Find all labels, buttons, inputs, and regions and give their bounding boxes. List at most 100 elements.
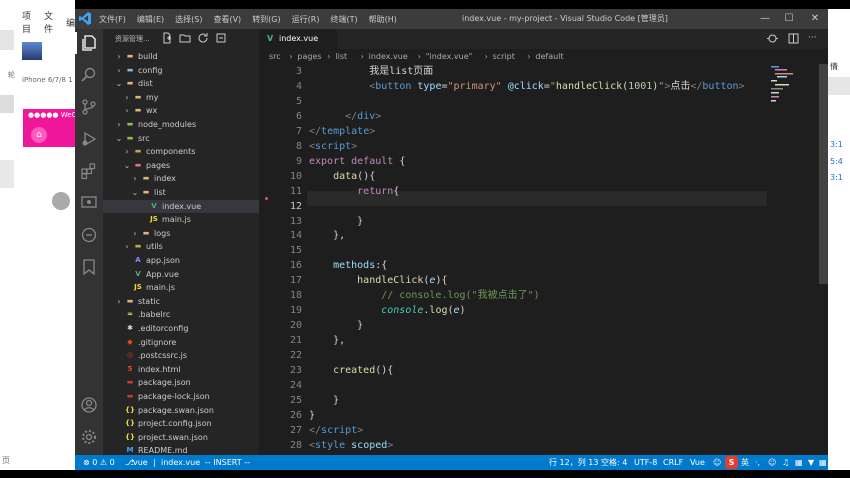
chevron-right-icon[interactable]: › bbox=[123, 104, 131, 118]
vertical-scrollbar[interactable] bbox=[819, 64, 828, 284]
tree-item[interactable]: › ▬ logs bbox=[103, 227, 259, 241]
tree-item[interactable]: {} package.swan.json bbox=[103, 404, 259, 418]
tree-item[interactable]: ⌄ ▬ dist bbox=[103, 77, 259, 91]
run-debug-icon[interactable] bbox=[80, 130, 98, 148]
device-selector[interactable]: iPhone 6/7/8 1 bbox=[22, 76, 73, 84]
gear-icon[interactable] bbox=[80, 428, 98, 446]
tree-item[interactable]: ⌄ ▬ src bbox=[103, 132, 259, 146]
chevron-down-icon[interactable]: ⌄ bbox=[123, 159, 131, 173]
encoding[interactable]: UTF-8 bbox=[634, 455, 657, 470]
tree-item[interactable]: › ▬ components bbox=[103, 145, 259, 159]
chevron-right-icon[interactable]: › bbox=[131, 172, 139, 186]
breadcrumb-item[interactable]: default bbox=[535, 49, 563, 64]
tree-item[interactable]: › ▬ wx bbox=[103, 104, 259, 118]
menu-file[interactable]: 文件 bbox=[44, 9, 60, 35]
status-file[interactable]: index.vue bbox=[161, 455, 200, 470]
tree-item[interactable]: JS main.js bbox=[103, 281, 259, 295]
ime-language[interactable]: 英 bbox=[741, 455, 749, 470]
line-ending[interactable]: CRLF bbox=[663, 455, 683, 470]
chevron-down-icon[interactable]: ⌄ bbox=[131, 186, 139, 200]
tree-item[interactable]: › ▬ static bbox=[103, 295, 259, 309]
feedback-icon[interactable]: ☺ bbox=[713, 455, 721, 470]
ime-punctuation-icon[interactable]: ·, bbox=[755, 455, 760, 470]
right-app-link[interactable]: 3:1 bbox=[830, 140, 843, 149]
tree-item[interactable]: › ▬ config bbox=[103, 64, 259, 78]
menu-edit[interactable]: 编辑(E) bbox=[137, 14, 164, 25]
menu-go[interactable]: 转到(G) bbox=[252, 14, 280, 25]
home-icon[interactable]: ⌂ bbox=[31, 127, 47, 143]
chevron-right-icon[interactable]: › bbox=[123, 240, 131, 254]
tree-item[interactable]: › ▬ build bbox=[103, 50, 259, 64]
source-control-icon[interactable] bbox=[80, 98, 98, 116]
open-changes-icon[interactable] bbox=[767, 33, 778, 44]
breadcrumb-item[interactable]: src bbox=[269, 49, 281, 64]
menu-project[interactable]: 项目 bbox=[22, 9, 38, 35]
grid-icon[interactable]: ▦ bbox=[819, 455, 827, 470]
new-file-icon[interactable] bbox=[161, 32, 173, 44]
menu-view[interactable]: 查看(V) bbox=[213, 14, 241, 25]
new-folder-icon[interactable] bbox=[179, 32, 191, 44]
tree-item[interactable]: ▬ package.json bbox=[103, 376, 259, 390]
breadcrumb-item[interactable]: "index.vue" bbox=[426, 49, 473, 64]
maximize-button[interactable]: ☐ bbox=[776, 9, 802, 29]
breadcrumb-item[interactable]: list bbox=[335, 49, 347, 64]
tree-item[interactable]: {} project.config.json bbox=[103, 417, 259, 431]
chevron-right-icon[interactable]: › bbox=[123, 145, 131, 159]
tree-item[interactable]: ⌄ ▬ list bbox=[103, 186, 259, 200]
git-graph-icon[interactable] bbox=[80, 226, 98, 244]
right-app-link[interactable]: 3:1 bbox=[830, 173, 843, 182]
tree-item[interactable]: ⌄ ▬ pages bbox=[103, 159, 259, 173]
tree-item[interactable]: 5 index.html bbox=[103, 363, 259, 377]
mic-icon[interactable]: ♫ bbox=[782, 455, 789, 470]
chevron-down-icon[interactable]: ⌄ bbox=[115, 132, 123, 146]
split-editor-icon[interactable] bbox=[788, 33, 799, 44]
cursor-position[interactable]: 行 12，列 13 bbox=[549, 455, 598, 470]
search-icon[interactable] bbox=[80, 66, 98, 84]
menu-help[interactable]: 帮助(H) bbox=[369, 14, 397, 25]
problems-indicator[interactable]: ⊗ 0 ⚠ 0 bbox=[83, 455, 115, 470]
chevron-right-icon[interactable]: › bbox=[115, 50, 123, 64]
menu-run[interactable]: 运行(R) bbox=[292, 14, 320, 25]
chevron-right-icon[interactable]: › bbox=[123, 91, 131, 105]
refresh-icon[interactable] bbox=[197, 32, 209, 44]
chevron-right-icon[interactable]: › bbox=[115, 118, 123, 132]
extensions-icon[interactable] bbox=[80, 162, 98, 180]
tree-item[interactable]: › ▬ index bbox=[103, 172, 259, 186]
tree-item[interactable]: Aapp.json bbox=[103, 254, 259, 268]
tab-index-vue[interactable]: V index.vue bbox=[259, 29, 337, 49]
menu-selection[interactable]: 选择(S) bbox=[175, 14, 202, 25]
explorer-icon[interactable] bbox=[80, 34, 98, 52]
menu-file[interactable]: 文件(F) bbox=[99, 14, 126, 25]
tree-item[interactable]: Vindex.vue bbox=[103, 199, 259, 214]
ime-logo-icon[interactable]: S bbox=[725, 456, 738, 469]
breadcrumb-item[interactable]: index.vue bbox=[369, 49, 408, 64]
tree-item[interactable]: ▬ package-lock.json bbox=[103, 390, 259, 404]
tree-item[interactable]: ◎ .postcssrc.js bbox=[103, 349, 259, 363]
menu-edit[interactable]: 编 bbox=[66, 16, 75, 29]
branch-name[interactable]: vue bbox=[133, 455, 148, 470]
close-button[interactable]: ✕ bbox=[802, 9, 828, 29]
keyboard-icon[interactable]: ▦ bbox=[795, 455, 803, 470]
chevron-right-icon[interactable]: › bbox=[131, 227, 139, 241]
bookmark-icon[interactable] bbox=[80, 258, 98, 276]
chevron-right-icon[interactable]: › bbox=[115, 295, 123, 309]
breakpoint-marker[interactable] bbox=[265, 197, 268, 200]
tree-item[interactable]: ◆ .gitignore bbox=[103, 336, 259, 350]
chevron-down-icon[interactable]: ⌄ bbox=[115, 77, 123, 91]
right-app-link[interactable]: 5:4 bbox=[830, 157, 843, 166]
account-icon[interactable] bbox=[80, 396, 98, 414]
menu-terminal[interactable]: 终端(T) bbox=[330, 14, 357, 25]
language-mode[interactable]: Vue bbox=[690, 455, 705, 470]
emoji-icon[interactable]: ☺ bbox=[768, 455, 776, 470]
more-actions-icon[interactable]: ··· bbox=[808, 33, 817, 43]
tree-item[interactable]: ≈ .babelrc bbox=[103, 308, 259, 322]
tree-item[interactable]: › ▬ utils bbox=[103, 240, 259, 254]
indentation[interactable]: 空格: 4 bbox=[601, 455, 627, 470]
tree-item[interactable]: JS main.js bbox=[103, 213, 259, 227]
chevron-right-icon[interactable]: › bbox=[115, 64, 123, 78]
remote-icon[interactable] bbox=[80, 194, 98, 212]
breadcrumb-item[interactable]: script bbox=[493, 49, 515, 64]
tree-item[interactable]: V App.vue bbox=[103, 268, 259, 282]
tree-item[interactable]: › ▬ my bbox=[103, 91, 259, 105]
tree-item[interactable]: ✱ .editorconfig bbox=[103, 322, 259, 336]
